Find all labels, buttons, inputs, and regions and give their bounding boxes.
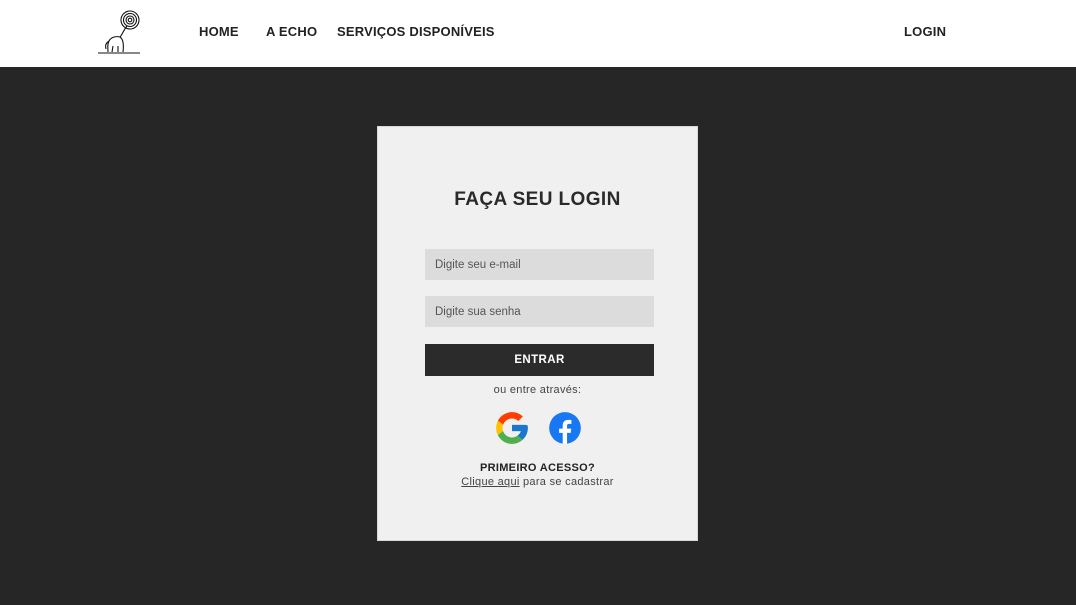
elephant-logo-icon[interactable] (96, 8, 144, 56)
google-icon[interactable] (493, 409, 531, 447)
password-field[interactable] (425, 296, 654, 327)
nav-servicos-disponiveis[interactable]: SERVIÇOS DISPONÍVEIS (337, 24, 495, 39)
first-access-label: PRIMEIRO ACESSO? (479, 462, 595, 474)
top-navbar: HOME A ECHO SERVIÇOS DISPONÍVEIS LOGIN (0, 0, 1076, 67)
nav-home[interactable]: HOME (199, 24, 239, 39)
nav-a-echo[interactable]: A ECHO (266, 24, 317, 39)
facebook-icon[interactable] (546, 409, 584, 447)
signup-suffix: para se cadastrar (519, 476, 614, 488)
login-title: FAÇA SEU LOGIN (454, 189, 621, 210)
alt-login-text: ou entre através: (493, 384, 582, 396)
email-field[interactable] (425, 249, 654, 280)
login-submit-button[interactable]: ENTRAR (425, 344, 654, 376)
nav-login[interactable]: LOGIN (904, 24, 946, 39)
signup-link[interactable]: Clique aqui (461, 476, 519, 488)
signup-line: Clique aqui para se cadastrar (378, 476, 697, 488)
login-card: FAÇA SEU LOGIN ENTRAR ou entre através: … (377, 126, 698, 541)
